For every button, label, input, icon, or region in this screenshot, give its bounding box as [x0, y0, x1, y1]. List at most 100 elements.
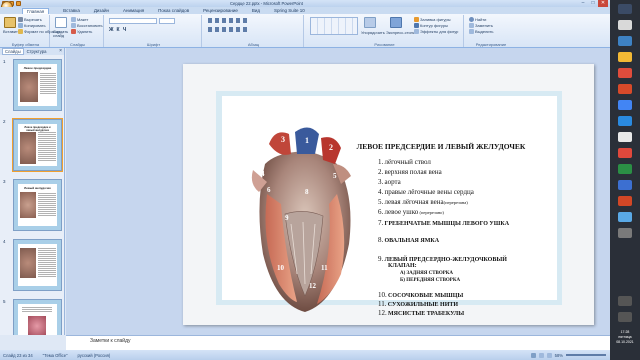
- tray-icon[interactable]: [618, 296, 632, 306]
- window-title: Сердце 22.pptx - Microsoft PowerPoint: [230, 1, 303, 6]
- powerpoint-icon[interactable]: [618, 196, 632, 206]
- tab-animation[interactable]: Анимация: [123, 8, 144, 13]
- legend-item: 9. ЛЕВЫЙ ПРЕДСЕРДНО-ЖЕЛУДОЧКОВЫЙ: [378, 255, 507, 263]
- item-text: левое ушко: [384, 208, 419, 216]
- tab-slides[interactable]: Слайды: [2, 48, 24, 55]
- task-view-icon[interactable]: [618, 36, 632, 46]
- word-icon[interactable]: [618, 180, 632, 190]
- telegram-icon[interactable]: [618, 212, 632, 222]
- slide-thumbnail[interactable]: [13, 299, 62, 335]
- edge-icon[interactable]: [618, 116, 632, 126]
- slide-thumbnail[interactable]: Левый желудочек: [13, 179, 62, 231]
- cut-button[interactable]: Вырезать: [18, 17, 42, 22]
- chrome-icon[interactable]: [618, 100, 632, 110]
- arrange-button[interactable]: Упорядочить: [361, 30, 385, 35]
- slide-thumbnail-selected[interactable]: Левое предсердие и левый желудочек: [12, 118, 63, 172]
- app-icon[interactable]: [618, 84, 632, 94]
- paste-icon[interactable]: [4, 17, 16, 28]
- slide-thumbnail-row[interactable]: 2 Левое предсердие и левый желудочек: [0, 117, 64, 175]
- shape-effects-button[interactable]: Эффекты для фигур: [414, 29, 458, 34]
- layout-button[interactable]: Макет: [71, 17, 88, 22]
- shape-outline-button[interactable]: Контур фигуры: [414, 23, 448, 28]
- select-button[interactable]: Выделить: [469, 29, 493, 34]
- fig-label-3: 3: [281, 135, 285, 144]
- slideshow-icon[interactable]: [546, 352, 552, 358]
- find-button[interactable]: Найти: [469, 17, 486, 22]
- tab-outline[interactable]: Структура: [27, 49, 47, 54]
- font-size-select[interactable]: [159, 18, 175, 24]
- quick-styles-icon[interactable]: [390, 17, 402, 28]
- maximize-button[interactable]: □: [588, 0, 598, 7]
- font-family-select[interactable]: [109, 18, 157, 24]
- item-number: 8.: [378, 236, 384, 244]
- thumb-content: Левое предсердие и левый желудочек: [18, 124, 57, 166]
- zoom-level[interactable]: 58%: [555, 353, 563, 358]
- item-text: Б) ПЕРЕДНЯЯ СТВОРКА: [400, 278, 461, 283]
- clock[interactable]: 17:28 пятница 08.10.2021: [610, 330, 640, 345]
- tab-home[interactable]: Главная: [22, 7, 50, 14]
- slide-thumbnail[interactable]: [13, 239, 62, 291]
- sorter-view-icon[interactable]: [538, 352, 544, 358]
- delete-button[interactable]: Удалить: [71, 29, 92, 34]
- replace-button[interactable]: Заменить: [469, 23, 493, 28]
- zoom-slider[interactable]: [566, 354, 606, 356]
- tab-view[interactable]: Вид: [252, 8, 260, 13]
- fig-label-6: 6: [267, 186, 271, 194]
- item-text: СУХОЖИЛЬНЫЕ НИТИ: [387, 302, 459, 308]
- tab-review[interactable]: Рецензирование: [203, 8, 238, 13]
- quick-styles-button[interactable]: Экспресс-стили: [386, 30, 415, 35]
- close-button[interactable]: ✕: [598, 0, 608, 7]
- item-text: СОСОЧКОВЫЕ МЫШЦЫ: [388, 293, 464, 299]
- bold-italic-underline-buttons[interactable]: ЖКЧ: [109, 27, 129, 33]
- shape-fill-button[interactable]: Заливка фигуры: [414, 17, 451, 22]
- slide-thumbnail[interactable]: Левое предсердие: [13, 59, 62, 111]
- align-buttons[interactable]: [208, 27, 248, 32]
- tab-slideshow[interactable]: Показ слайдов: [158, 8, 189, 13]
- arrange-icon[interactable]: [364, 17, 376, 28]
- tab-insert[interactable]: Вставка: [63, 8, 80, 13]
- editing-group-label: Редактирование: [475, 42, 507, 47]
- slide-content: 3 1 2 4 6 7 5 8 9 10 11 12 ЛЕВОЕ ПРЕДСЕР…: [222, 96, 557, 317]
- new-slide-icon[interactable]: [55, 17, 67, 28]
- normal-view-icon[interactable]: [530, 352, 536, 358]
- copy-button[interactable]: Копировать: [18, 23, 46, 28]
- tab-spring-suite[interactable]: Spring Suite 10: [274, 8, 305, 13]
- search-icon[interactable]: [618, 20, 632, 30]
- slide-thumbnail-row[interactable]: 3 Левый желудочек: [0, 177, 64, 235]
- shapes-gallery[interactable]: [310, 17, 358, 35]
- thumb-text-lines: [40, 73, 56, 95]
- close-pane-icon[interactable]: ×: [59, 48, 62, 54]
- drawing-group-label: Рисование: [374, 42, 395, 47]
- pdf-icon[interactable]: [618, 148, 632, 158]
- excel-icon[interactable]: [618, 164, 632, 174]
- thumb-title: Левый желудочек: [24, 186, 51, 190]
- language-indicator[interactable]: русский (Россия): [78, 353, 111, 358]
- minimize-button[interactable]: –: [578, 0, 588, 7]
- fig-label-10: 10: [277, 264, 285, 272]
- heart-anatomy-image[interactable]: 3 1 2 4 6 7 5 8 9 10 11 12: [245, 124, 357, 314]
- slide-thumbnail-row[interactable]: 1 Левое предсердие: [0, 57, 64, 115]
- item-text: МЯСИСТЫЕ ТРАБЕКУЛЫ: [388, 311, 465, 317]
- slide[interactable]: 3 1 2 4 6 7 5 8 9 10 11 12 ЛЕВОЕ ПРЕДСЕР…: [183, 64, 594, 325]
- reset-icon: [71, 23, 76, 28]
- settings-icon[interactable]: [618, 228, 632, 238]
- slide-thumbnail-row[interactable]: 5: [0, 297, 64, 335]
- legend-item: 1. лёгочный ствол: [378, 158, 431, 166]
- start-icon[interactable]: [618, 4, 632, 14]
- reset-button[interactable]: Восстановить: [71, 23, 103, 28]
- item-number: 7.: [378, 219, 384, 227]
- fig-label-4: 4: [261, 170, 265, 178]
- thumb-text-lines: [38, 248, 56, 278]
- item-number: 1.: [378, 158, 384, 166]
- yandex-icon[interactable]: [618, 132, 632, 142]
- slide-thumbnail-row[interactable]: 4: [0, 237, 64, 295]
- new-slide-button[interactable]: Создать слайд: [53, 30, 71, 38]
- notes-pane[interactable]: Заметки к слайду: [66, 335, 610, 350]
- explorer-icon[interactable]: [618, 52, 632, 62]
- browser-icon[interactable]: [618, 68, 632, 78]
- slides-pane-tabs: Слайды Структура: [0, 48, 64, 55]
- volume-icon[interactable]: [618, 312, 632, 322]
- list-buttons[interactable]: [208, 18, 248, 23]
- tab-design[interactable]: Дизайн: [94, 8, 109, 13]
- redo-icon[interactable]: [16, 1, 21, 6]
